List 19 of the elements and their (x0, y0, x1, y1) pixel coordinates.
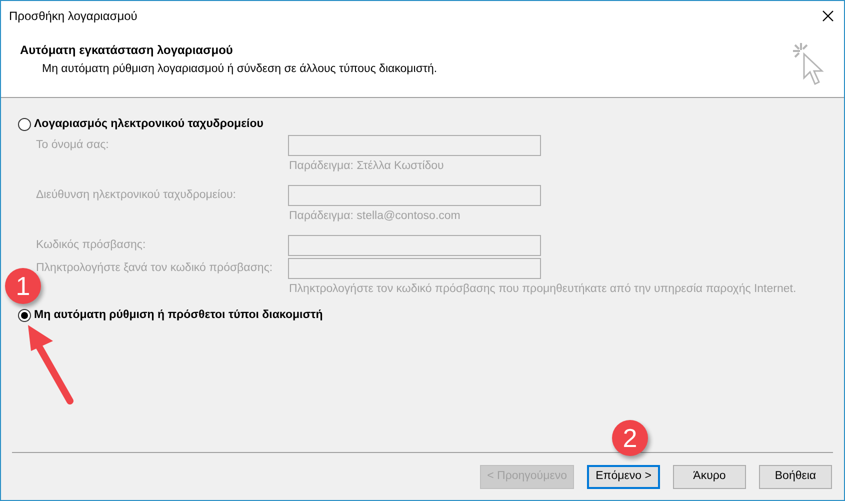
wizard-button[interactable]: Βοήθεια (759, 464, 832, 488)
wizard-button[interactable]: Επόμενο > (587, 464, 660, 488)
callout-badge: 2 (612, 420, 648, 456)
callout-badge: 1 (5, 268, 41, 304)
option-label[interactable]: Λογαριασμός ηλεκτρονικού ταχυδρομείου (34, 116, 264, 134)
header-title: Αυτόματη εγκατάσταση λογαριασμού (20, 42, 234, 59)
close-button[interactable] (820, 8, 836, 24)
wizard-button[interactable]: Άκυρο (673, 464, 746, 488)
field-label: Διεύθυνση ηλεκτρονικού ταχυδρομείου: (36, 188, 237, 204)
header-subtitle: Μη αυτόματη ρύθμιση λογαριασμού ή σύνδεση σε άλλους τύπους διακομιστή. (41, 62, 438, 77)
option-label[interactable]: Μη αυτόματη ρύθμιση ή πρόσθετοι τύποι διακομιστή (34, 307, 323, 324)
hint-text: Παράδειγμα: Στέλλα Κωστίδου (289, 158, 445, 174)
field-label: Το όνομά σας: (36, 138, 110, 154)
radio-button[interactable] (18, 118, 31, 132)
hint-text: Πληκτρολογήστε τον κωδικό πρόσβασης που προμηθευτήκατε από την υπηρεσία παροχής Internet. (289, 282, 798, 297)
field-label: Κωδικός πρόσβασης: (36, 238, 147, 254)
window-title: Προσθήκη λογαριασμού (9, 8, 138, 25)
radio-button[interactable] (18, 309, 31, 322)
hint-text: Παράδειγμα: stella@contoso.com (289, 208, 462, 224)
